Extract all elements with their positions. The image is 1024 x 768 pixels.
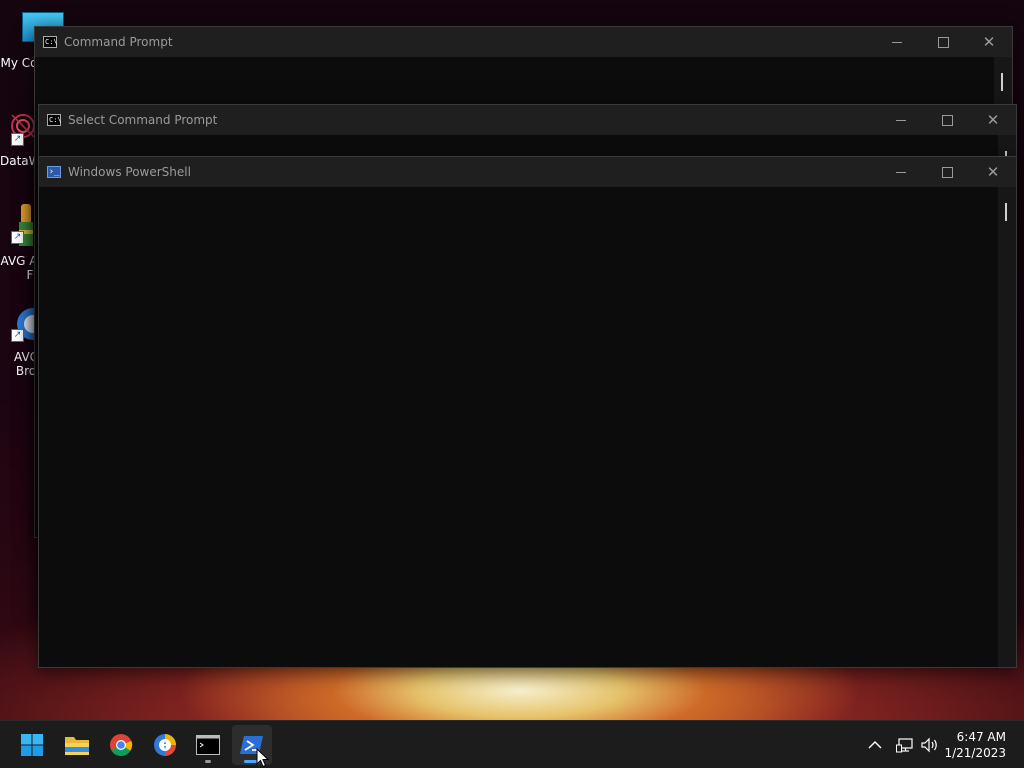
desktop-icon-label: DataW — [0, 154, 38, 168]
maximize-icon — [941, 114, 953, 126]
minimize-icon — [896, 171, 906, 173]
taskbar-file-explorer[interactable] — [57, 725, 97, 765]
system-tray — [868, 721, 882, 768]
clock-time: 6:47 AM — [956, 730, 1006, 744]
monitor-icon — [3, 10, 64, 42]
taskbar: 6:47 AM 1/21/2023 — [0, 720, 1024, 768]
desktop: My Co ↗ DataW ↗ AVG A F ↗ AVG Bro C:\ Co… — [0, 0, 1024, 720]
powershell-icon: ›_ — [47, 166, 61, 178]
window-title: Windows PowerShell — [68, 165, 191, 179]
chevron-up-icon[interactable] — [868, 740, 882, 750]
desktop-icon-avg-browser[interactable]: ↗ AVG Bro — [0, 304, 49, 378]
avg-antivirus-icon: ↗ — [3, 204, 35, 248]
shortcut-arrow-icon: ↗ — [11, 329, 24, 342]
window-title: Command Prompt — [64, 35, 173, 49]
maximize-button[interactable] — [924, 157, 970, 187]
maximize-button[interactable] — [924, 105, 970, 135]
file-explorer-icon — [65, 737, 89, 755]
desktop-icon-label: AVG — [14, 350, 38, 364]
datawrapper-icon: ↗ — [3, 112, 35, 146]
scroll-thumb[interactable] — [1005, 203, 1007, 221]
clock-date: 1/21/2023 — [944, 746, 1006, 760]
desktop-icon-label-line2: F — [26, 268, 34, 282]
desktop-icon-avg-antivirus[interactable]: ↗ AVG A F — [0, 204, 38, 282]
network-icon — [896, 738, 913, 753]
maximize-icon — [937, 36, 949, 48]
maximize-icon — [941, 166, 953, 178]
titlebar[interactable]: C:\ Command Prompt ✕ — [35, 27, 1012, 57]
taskbar-chrome[interactable] — [101, 725, 141, 765]
speaker-icon — [921, 737, 937, 753]
mouse-cursor-icon — [256, 748, 270, 768]
shortcut-arrow-icon: ↗ — [11, 231, 24, 244]
command-prompt-icon — [196, 735, 220, 755]
window-powershell[interactable]: ›_ Windows PowerShell ✕ — [38, 156, 1017, 668]
start-button[interactable] — [12, 725, 52, 765]
close-icon: ✕ — [982, 33, 996, 51]
command-prompt-icon: C:\ — [43, 36, 58, 48]
avg-browser-icon: ↗ — [3, 304, 49, 346]
desktop-icon-label: My Co — [0, 56, 38, 70]
desktop-icon-my-computer[interactable]: My Co — [0, 10, 64, 70]
minimize-button[interactable] — [874, 27, 920, 57]
system-clock[interactable]: 6:47 AM 1/21/2023 — [944, 729, 1006, 761]
titlebar[interactable]: C:\ Select Command Prompt ✕ — [39, 105, 1016, 135]
console-area[interactable] — [39, 187, 998, 667]
desktop-icon-datawrapper[interactable]: ↗ DataW — [0, 112, 38, 168]
volume-tray[interactable] — [920, 721, 940, 768]
minimize-button[interactable] — [878, 157, 924, 187]
taskbar-avg-browser[interactable] — [145, 725, 185, 765]
minimize-button[interactable] — [878, 105, 924, 135]
close-icon: ✕ — [986, 111, 1000, 129]
maximize-button[interactable] — [920, 27, 966, 57]
desktop-icon-label-line2: Bro — [15, 364, 37, 378]
network-tray[interactable] — [896, 721, 914, 768]
minimize-icon — [896, 119, 906, 121]
shortcut-arrow-icon: ↗ — [11, 133, 24, 146]
scroll-thumb[interactable] — [1001, 73, 1003, 91]
command-prompt-icon: C:\ — [47, 114, 62, 126]
close-button[interactable]: ✕ — [970, 105, 1016, 135]
close-button[interactable]: ✕ — [970, 157, 1016, 187]
scrollbar[interactable] — [998, 187, 1016, 667]
minimize-icon — [892, 41, 902, 43]
window-title: Select Command Prompt — [68, 113, 218, 127]
start-icon — [21, 734, 43, 756]
chrome-icon — [110, 734, 133, 756]
close-icon: ✕ — [986, 163, 1000, 181]
avg-browser-icon — [154, 734, 176, 756]
close-button[interactable]: ✕ — [966, 27, 1012, 57]
titlebar[interactable]: ›_ Windows PowerShell ✕ — [39, 157, 1016, 187]
running-indicator — [205, 760, 211, 763]
desktop-icon-label: AVG A — [0, 254, 38, 268]
taskbar-command-prompt[interactable] — [188, 725, 228, 765]
